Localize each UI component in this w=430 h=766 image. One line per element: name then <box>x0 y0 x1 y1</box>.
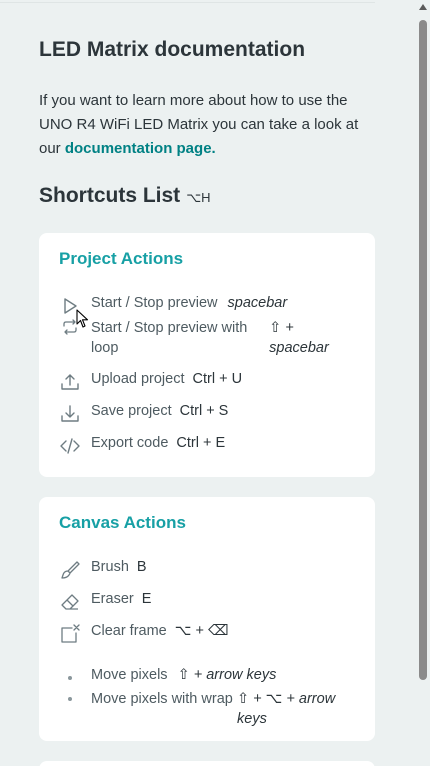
shortcut-key: Ctrl + E <box>176 435 226 451</box>
shortcut-row-clear-frame: Clear frame ⌥ + ⌫ <box>59 623 355 645</box>
documentation-text: If you want to learn more about how to u… <box>39 89 375 161</box>
canvas-actions-card: Canvas Actions Brush B Eraser E Clear fr… <box>39 497 375 741</box>
shortcut-row-start-stop-loop: Start / Stop preview with loop ⇧ + space… <box>59 318 355 358</box>
shortcut-row-save: Save project Ctrl + S <box>59 403 355 425</box>
dot-icon <box>59 688 81 710</box>
project-actions-title: Project Actions <box>59 249 184 268</box>
brush-icon <box>59 559 81 581</box>
shortcut-row-move-pixels: Move pixels ⇧ + arrow keys <box>59 667 355 689</box>
canvas-actions-title: Canvas Actions <box>59 513 186 532</box>
scrollbar-thumb[interactable] <box>419 20 427 680</box>
shortcuts-toggle-key: ⌥H <box>186 190 211 205</box>
shortcut-label: Eraser <box>91 591 134 607</box>
shortcut-label: Move pixels <box>91 667 168 683</box>
dot-icon <box>59 667 81 689</box>
code-icon <box>59 435 81 457</box>
shortcut-label: Brush <box>91 559 129 575</box>
shortcut-key: ⇧ + spacebar <box>269 320 329 356</box>
shortcut-row-move-pixels-wrap: Move pixels with wrap ⇧ + ⌥ + arrow keys <box>59 689 355 729</box>
upload-icon <box>59 371 81 393</box>
shortcut-label: Upload project <box>91 371 185 387</box>
shortcut-key: spacebar <box>227 295 288 311</box>
shortcuts-title: Shortcuts List ⌥H <box>39 184 211 208</box>
clear-frame-icon <box>59 623 81 645</box>
next-section-card <box>39 761 375 766</box>
scrollbar[interactable] <box>416 0 430 766</box>
shortcut-row-eraser: Eraser E <box>59 591 355 613</box>
shortcut-key: ⌥ + ⌫ <box>174 623 229 639</box>
shortcut-key: Ctrl + U <box>192 371 243 387</box>
documentation-title: LED Matrix documentation <box>39 38 306 61</box>
mouse-cursor-icon <box>76 309 89 328</box>
dot-icon <box>68 676 72 680</box>
shortcut-key: ⇧ + arrow keys <box>177 667 277 683</box>
shortcut-key: Ctrl + S <box>179 403 229 419</box>
documentation-link[interactable]: documentation page. <box>65 140 216 157</box>
shortcut-key: ⇧ + ⌥ + arrow keys <box>237 691 336 727</box>
shortcut-key: B <box>136 559 147 575</box>
dot-icon <box>68 697 72 701</box>
shortcut-label: Move pixels with wrap <box>91 691 233 707</box>
shortcut-row-start-stop: Start / Stop preview spacebar <box>59 295 355 317</box>
shortcut-label: Start / Stop preview <box>91 295 218 311</box>
shortcut-label: Save project <box>91 403 172 419</box>
top-edge <box>0 0 375 3</box>
shortcut-key: E <box>141 591 152 607</box>
shortcut-label: Clear frame <box>91 623 167 639</box>
shortcut-row-export: Export code Ctrl + E <box>59 435 355 457</box>
shortcut-row-brush: Brush B <box>59 559 355 581</box>
scroll-up-arrow-icon[interactable] <box>419 4 427 10</box>
shortcuts-title-text: Shortcuts List <box>39 184 181 207</box>
shortcut-label: Start / Stop preview with loop <box>91 320 248 356</box>
shortcut-label: Export code <box>91 435 169 451</box>
shortcut-row-upload: Upload project Ctrl + U <box>59 371 355 393</box>
project-actions-card: Project Actions Start / Stop preview spa… <box>39 233 375 477</box>
eraser-icon <box>59 591 81 613</box>
save-icon <box>59 403 81 425</box>
